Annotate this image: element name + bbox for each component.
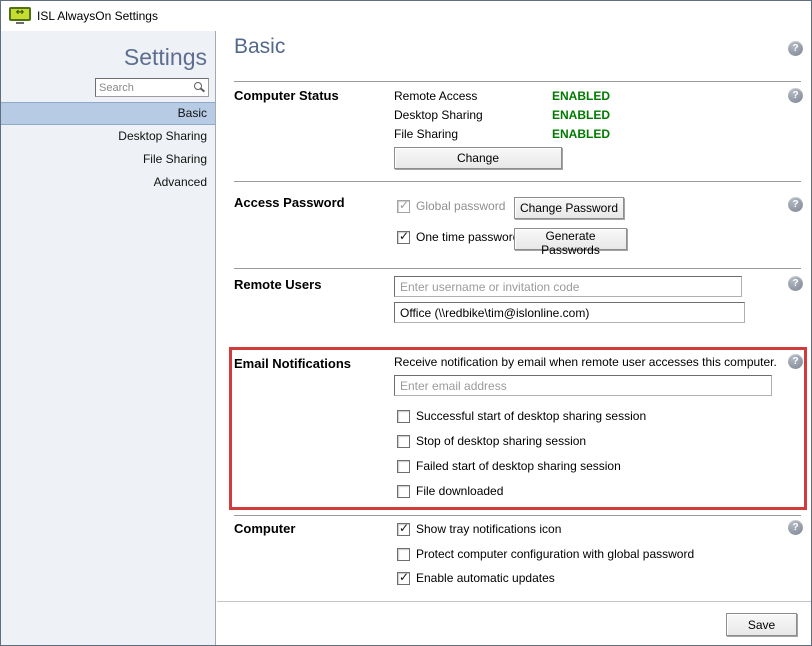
computer-status-label: Computer Status <box>234 88 339 103</box>
global-password-checkbox[interactable] <box>397 200 410 213</box>
one-time-password-label: One time password <box>416 230 519 244</box>
sidebar: Settings Basic Desktop Sharing File Shar… <box>1 31 216 646</box>
notify-failed-start-checkbox[interactable] <box>397 460 410 473</box>
automatic-updates-label: Enable automatic updates <box>416 571 555 585</box>
separator <box>234 81 801 82</box>
remote-users-label: Remote Users <box>234 277 321 292</box>
notify-failed-start-row[interactable]: Failed start of desktop sharing session <box>397 459 621 473</box>
show-tray-icon-row[interactable]: Show tray notifications icon <box>397 522 561 536</box>
one-time-password-checkbox[interactable] <box>397 231 410 244</box>
help-icon-basic[interactable] <box>788 41 803 56</box>
save-button[interactable]: Save <box>726 613 797 636</box>
notify-file-downloaded-label: File downloaded <box>416 484 503 498</box>
protect-configuration-row[interactable]: Protect computer configuration with glob… <box>397 547 694 561</box>
change-password-button[interactable]: Change Password <box>514 197 624 219</box>
computer-label: Computer <box>234 521 295 536</box>
change-button[interactable]: Change <box>394 147 562 169</box>
notify-file-downloaded-checkbox[interactable] <box>397 485 410 498</box>
search-input[interactable] <box>99 79 191 96</box>
show-tray-icon-label: Show tray notifications icon <box>416 522 561 536</box>
sidebar-title: Settings <box>124 44 207 71</box>
notify-successful-start-row[interactable]: Successful start of desktop sharing sess… <box>397 409 646 423</box>
remote-users-list-item[interactable]: Office (\\redbike\tim@islonline.com) <box>394 302 745 323</box>
notify-stop-label: Stop of desktop sharing session <box>416 434 586 448</box>
sidebar-item-advanced[interactable]: Advanced <box>1 171 215 194</box>
status-row-name: File Sharing <box>394 127 458 141</box>
show-tray-icon-checkbox[interactable] <box>397 523 410 536</box>
sidebar-nav: Basic Desktop Sharing File Sharing Advan… <box>1 102 215 194</box>
sidebar-item-basic[interactable]: Basic <box>1 102 215 125</box>
notify-successful-start-checkbox[interactable] <box>397 410 410 423</box>
email-notifications-highlight <box>229 347 807 510</box>
notify-file-downloaded-row[interactable]: File downloaded <box>397 484 503 498</box>
one-time-password-row[interactable]: One time password <box>397 230 519 244</box>
sidebar-item-desktop-sharing[interactable]: Desktop Sharing <box>1 125 215 148</box>
help-icon-computer-status[interactable] <box>788 88 803 103</box>
sidebar-item-file-sharing[interactable]: File Sharing <box>1 148 215 171</box>
notify-failed-start-label: Failed start of desktop sharing session <box>416 459 621 473</box>
help-icon-remote-users[interactable] <box>788 276 803 291</box>
help-icon-computer[interactable] <box>788 520 803 535</box>
protect-configuration-checkbox[interactable] <box>397 548 410 561</box>
isl-alwayson-settings-window: ISL AlwaysOn Settings Settings Basic Des… <box>0 0 812 646</box>
help-icon-email-notifications[interactable] <box>788 354 803 369</box>
help-icon-access-password[interactable] <box>788 197 803 212</box>
status-badge: ENABLED <box>552 127 610 141</box>
remote-user-input[interactable] <box>394 276 742 297</box>
title-bar: ISL AlwaysOn Settings <box>1 1 811 31</box>
email-address-input[interactable] <box>394 375 772 396</box>
status-badge: ENABLED <box>552 89 610 103</box>
notify-stop-checkbox[interactable] <box>397 435 410 448</box>
protect-configuration-label: Protect computer configuration with glob… <box>416 547 694 561</box>
search-box[interactable] <box>95 78 209 97</box>
status-row-name: Desktop Sharing <box>394 108 483 122</box>
page-title: Basic <box>234 35 285 59</box>
status-badge: ENABLED <box>552 108 610 122</box>
global-password-label: Global password <box>416 199 505 213</box>
main-panel: Basic Computer Status Remote Access ENAB… <box>217 31 812 646</box>
automatic-updates-row[interactable]: Enable automatic updates <box>397 571 555 585</box>
separator <box>234 181 801 182</box>
isl-alwayson-app-icon <box>9 7 31 24</box>
search-icon <box>194 82 202 90</box>
separator <box>234 268 801 269</box>
notify-stop-row[interactable]: Stop of desktop sharing session <box>397 434 586 448</box>
status-row-name: Remote Access <box>394 89 477 103</box>
generate-passwords-button[interactable]: Generate Passwords <box>514 228 627 250</box>
footer-separator <box>217 601 812 602</box>
window-title: ISL AlwaysOn Settings <box>37 9 158 23</box>
separator <box>234 515 801 516</box>
access-password-label: Access Password <box>234 195 345 210</box>
email-notifications-description: Receive notification by email when remot… <box>394 355 777 369</box>
notify-successful-start-label: Successful start of desktop sharing sess… <box>416 409 646 423</box>
automatic-updates-checkbox[interactable] <box>397 572 410 585</box>
global-password-row[interactable]: Global password <box>397 199 505 213</box>
email-notifications-label: Email Notifications <box>234 356 351 371</box>
